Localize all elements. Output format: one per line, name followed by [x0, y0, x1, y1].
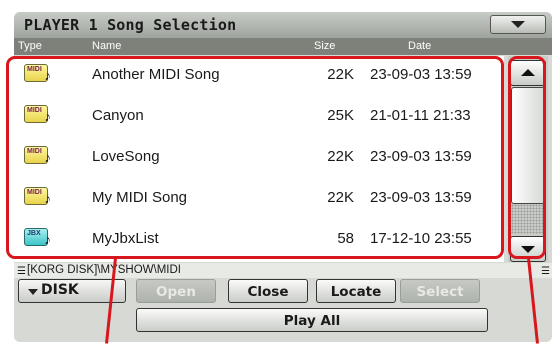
- grip-icon: ☰: [17, 266, 26, 277]
- disk-label: DISK: [41, 282, 79, 298]
- column-size[interactable]: Size: [314, 40, 335, 52]
- window-title: PLAYER 1 Song Selection: [24, 16, 237, 34]
- close-button[interactable]: Close: [228, 279, 308, 303]
- scrollbar-annotation-box: [508, 56, 546, 259]
- select-button[interactable]: Select: [400, 279, 480, 303]
- grip-icon: ☰: [541, 266, 550, 277]
- locate-button[interactable]: Locate: [316, 279, 396, 303]
- play-all-button[interactable]: Play All: [136, 308, 488, 332]
- current-path: [KORG DISK]\MYSHOW\MIDI: [27, 264, 181, 276]
- title-bar: PLAYER 1 Song Selection: [14, 12, 552, 39]
- list-annotation-box: [6, 56, 504, 259]
- chevron-down-icon: [511, 21, 525, 28]
- column-header: Type Name Size Date: [14, 39, 552, 55]
- path-bar: ☰ [KORG DISK]\MYSHOW\MIDI ☰: [14, 263, 552, 278]
- column-date[interactable]: Date: [408, 40, 431, 52]
- column-name[interactable]: Name: [92, 40, 121, 52]
- open-button[interactable]: Open: [136, 279, 216, 303]
- column-type[interactable]: Type: [18, 40, 42, 52]
- chevron-down-icon: [28, 289, 38, 295]
- page-menu-button[interactable]: [490, 15, 546, 34]
